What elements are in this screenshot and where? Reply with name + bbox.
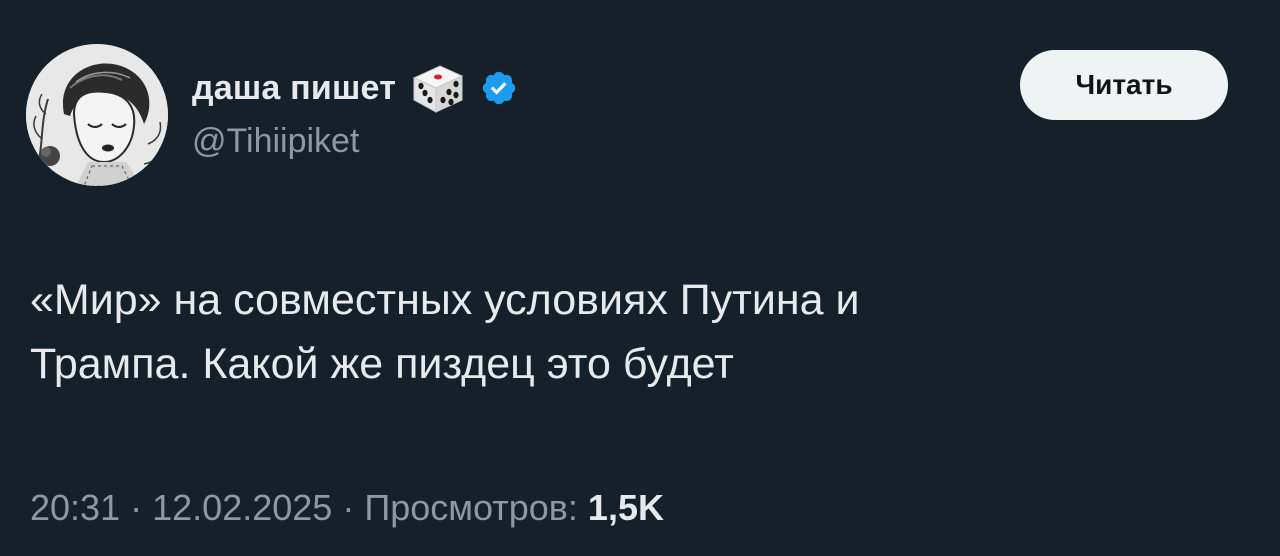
meta-separator: · bbox=[342, 487, 355, 528]
tweet-date[interactable]: 12.02.2025 bbox=[152, 487, 332, 528]
author-display-name[interactable]: даша пишет bbox=[192, 71, 396, 105]
author-handle[interactable]: @Tihiipiket bbox=[192, 124, 359, 158]
author-name-row: даша пишет bbox=[192, 62, 518, 114]
avatar[interactable] bbox=[26, 44, 168, 186]
tweet-meta: 20:31 · 12.02.2025 · Просмотров: 1,5K bbox=[30, 490, 664, 526]
tweet-card: даша пишет @Tihiipiket Читать «Мир» на с… bbox=[0, 0, 1280, 556]
meta-separator: · bbox=[130, 487, 143, 528]
verified-badge-icon[interactable] bbox=[480, 69, 518, 107]
views-label: Просмотров: bbox=[364, 487, 578, 528]
views-count: 1,5K bbox=[587, 487, 664, 528]
tweet-time[interactable]: 20:31 bbox=[30, 487, 120, 528]
avatar-illustration bbox=[26, 44, 168, 186]
game-die-icon bbox=[410, 62, 466, 114]
follow-button[interactable]: Читать bbox=[1020, 50, 1228, 120]
tweet-text: «Мир» на совместных условиях Путина и Тр… bbox=[30, 276, 860, 388]
